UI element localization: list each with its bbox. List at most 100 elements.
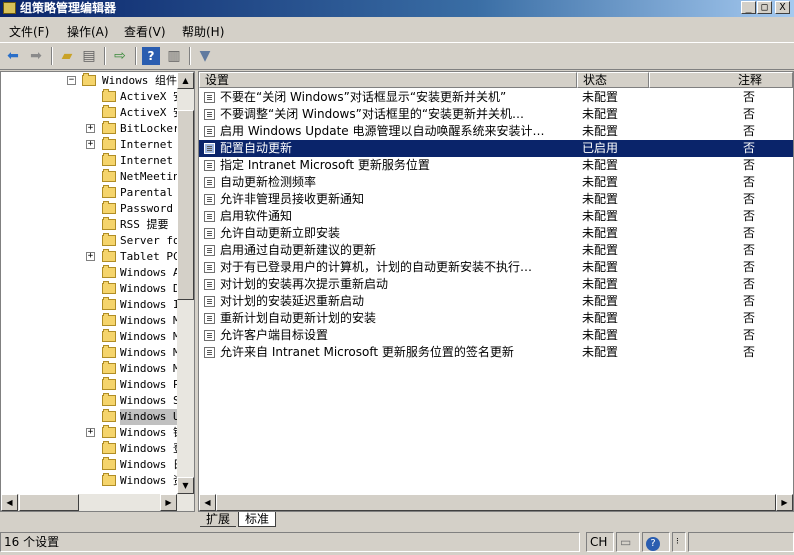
keyboard-icon[interactable]: ▭ xyxy=(616,532,640,552)
tree-item[interactable]: Windows U xyxy=(1,409,177,425)
properties-pane-icon[interactable]: ▥ xyxy=(165,47,183,65)
filter-icon[interactable]: ▼ xyxy=(196,47,214,65)
tree-item[interactable]: Windows M xyxy=(1,313,177,329)
scroll-left-button[interactable]: ◀ xyxy=(1,494,18,511)
list-horizontal-scrollbar[interactable]: ◀ ▶ xyxy=(199,494,793,511)
minimize-button[interactable]: _ xyxy=(741,1,756,14)
menu-help[interactable]: 帮助(H) xyxy=(182,23,224,40)
ime-indicator[interactable]: CH xyxy=(586,532,614,552)
tree-item[interactable]: Password S xyxy=(1,201,177,217)
maximize-button[interactable]: □ xyxy=(757,1,772,14)
policy-setting-icon xyxy=(204,330,215,341)
close-button[interactable]: X xyxy=(775,1,790,14)
tree-vertical-scrollbar[interactable]: ▲ ▼ xyxy=(177,72,194,511)
policy-setting-name: 允许自动更新立即安装 xyxy=(220,226,341,240)
expand-icon[interactable]: + xyxy=(86,124,95,133)
tree-root[interactable]: − Windows 组件 xyxy=(1,73,177,89)
tree-item[interactable]: Windows P xyxy=(1,377,177,393)
up-folder-icon[interactable]: ▰ xyxy=(58,47,76,65)
policy-row[interactable]: 允许来自 Intranet Microsoft 更新服务位置的签名更新 未配置 否 xyxy=(199,344,793,361)
policy-row[interactable]: 启用通过自动更新建议的更新 未配置 否 xyxy=(199,242,793,259)
policy-state: 未配置 xyxy=(582,158,619,172)
policy-row[interactable]: 不要在“关闭 Windows”对话框显示“安装更新并关机” 未配置 否 xyxy=(199,89,793,106)
back-arrow-icon[interactable]: ⬅ xyxy=(4,47,22,65)
tree-item-label: Internet I xyxy=(120,154,177,167)
folder-icon xyxy=(102,313,116,326)
policy-setting-name: 启用软件通知 xyxy=(220,209,293,223)
tab-extended[interactable]: 扩展 xyxy=(200,512,237,527)
scroll-thumb[interactable] xyxy=(177,110,194,300)
tree-item[interactable]: Windows D xyxy=(1,281,177,297)
policy-row[interactable]: 允许客户端目标设置 未配置 否 xyxy=(199,327,793,344)
tree-item[interactable]: + Windows 错 xyxy=(1,425,177,441)
policy-row[interactable]: 对计划的安装再次提示重新启动 未配置 否 xyxy=(199,276,793,293)
policy-row[interactable]: 允许自动更新立即安装 未配置 否 xyxy=(199,225,793,242)
menu-view[interactable]: 查看(V) xyxy=(124,23,166,40)
show-hide-tree-icon[interactable]: ▤ xyxy=(80,47,98,65)
tree-horizontal-scrollbar[interactable]: ◀ ▶ xyxy=(1,494,194,511)
tree-item[interactable]: Parental C xyxy=(1,185,177,201)
scroll-thumb[interactable] xyxy=(216,494,776,511)
tree-item[interactable]: Windows S xyxy=(1,393,177,409)
export-list-icon[interactable]: ⇨ xyxy=(111,47,129,65)
tree-item-label: Windows P xyxy=(120,378,177,391)
expand-icon[interactable]: + xyxy=(86,140,95,149)
policy-row[interactable]: 启用软件通知 未配置 否 xyxy=(199,208,793,225)
policy-row[interactable]: 对计划的安装延迟重新启动 未配置 否 xyxy=(199,293,793,310)
tree-item[interactable]: Internet I xyxy=(1,153,177,169)
policy-comment: 否 xyxy=(743,243,756,257)
policy-row[interactable]: 允许非管理员接收更新通知 未配置 否 xyxy=(199,191,793,208)
tree-item[interactable]: ActiveX 安 xyxy=(1,105,177,121)
policy-row[interactable]: 启用 Windows Update 电源管理以自动唤醒系统来安装计… 未配置 否 xyxy=(199,123,793,140)
tree-item[interactable]: Windows M xyxy=(1,345,177,361)
options-icon[interactable]: ⁝ xyxy=(672,532,686,552)
tree-item[interactable]: Windows A xyxy=(1,265,177,281)
menu-bar: 文件(F) 操作(A) 查看(V) 帮助(H) xyxy=(0,20,794,40)
scroll-left-button[interactable]: ◀ xyxy=(199,494,216,511)
expand-icon[interactable]: + xyxy=(86,428,95,437)
forward-arrow-icon[interactable]: ➡ xyxy=(27,47,45,65)
policy-setting-name: 启用 Windows Update 电源管理以自动唤醒系统来安装计… xyxy=(220,124,545,138)
policy-row[interactable]: 对于有已登录用户的计算机，计划的自动更新安装不执行… 未配置 否 xyxy=(199,259,793,276)
tree-item-label: BitLocker xyxy=(120,122,177,135)
scroll-right-button[interactable]: ▶ xyxy=(160,494,177,511)
policy-row[interactable]: 配置自动更新 已启用 否 xyxy=(199,140,793,157)
tree-item[interactable]: + Internet I xyxy=(1,137,177,153)
scroll-right-button[interactable]: ▶ xyxy=(776,494,793,511)
tree-item[interactable]: Windows I xyxy=(1,297,177,313)
policy-state: 未配置 xyxy=(582,277,619,291)
folder-icon xyxy=(82,73,96,86)
menu-action[interactable]: 操作(A) xyxy=(67,23,109,40)
column-header-state[interactable]: 状态 xyxy=(577,72,649,88)
collapse-icon[interactable]: − xyxy=(67,76,76,85)
tree-item[interactable]: + BitLocker xyxy=(1,121,177,137)
tab-standard[interactable]: 标准 xyxy=(238,512,277,527)
folder-icon xyxy=(102,185,116,198)
column-header-setting[interactable]: 设置 xyxy=(199,72,577,88)
expand-icon[interactable]: + xyxy=(86,252,95,261)
tree-item[interactable]: RSS 提要 xyxy=(1,217,177,233)
tree-item[interactable]: NetMeeting xyxy=(1,169,177,185)
tree-item[interactable]: Server for xyxy=(1,233,177,249)
menu-file[interactable]: 文件(F) xyxy=(9,23,49,40)
help-circle-icon[interactable]: ? xyxy=(642,532,670,552)
scroll-up-button[interactable]: ▲ xyxy=(177,72,194,89)
tree-item-label: Windows U xyxy=(120,409,177,425)
scroll-thumb[interactable] xyxy=(19,494,79,511)
scroll-down-button[interactable]: ▼ xyxy=(177,477,194,494)
help-icon[interactable]: ? xyxy=(142,47,160,65)
policy-row[interactable]: 指定 Intranet Microsoft 更新服务位置 未配置 否 xyxy=(199,157,793,174)
tree-item[interactable]: + Tablet PC xyxy=(1,249,177,265)
policy-row[interactable]: 不要调整“关闭 Windows”对话框里的“安装更新并关机… 未配置 否 xyxy=(199,106,793,123)
tree-item[interactable]: Windows 日 xyxy=(1,457,177,473)
settings-list-pane: 设置 状态 注释 不要在“关闭 Windows”对话框显示“安装更新并关机” 未配… xyxy=(198,71,794,512)
tree-item[interactable]: Windows M xyxy=(1,329,177,345)
tree-item[interactable]: ActiveX 安 xyxy=(1,89,177,105)
tree-item[interactable]: Windows 资 xyxy=(1,473,177,489)
tree-pane: − Windows 组件 ActiveX 安 ActiveX 安 + BitLocke… xyxy=(0,71,195,512)
policy-row[interactable]: 重新计划自动更新计划的安装 未配置 否 xyxy=(199,310,793,327)
column-header-comment[interactable]: 注释 xyxy=(649,72,793,88)
tree-item[interactable]: Windows M xyxy=(1,361,177,377)
policy-row[interactable]: 自动更新检测频率 未配置 否 xyxy=(199,174,793,191)
tree-item[interactable]: Windows 登 xyxy=(1,441,177,457)
